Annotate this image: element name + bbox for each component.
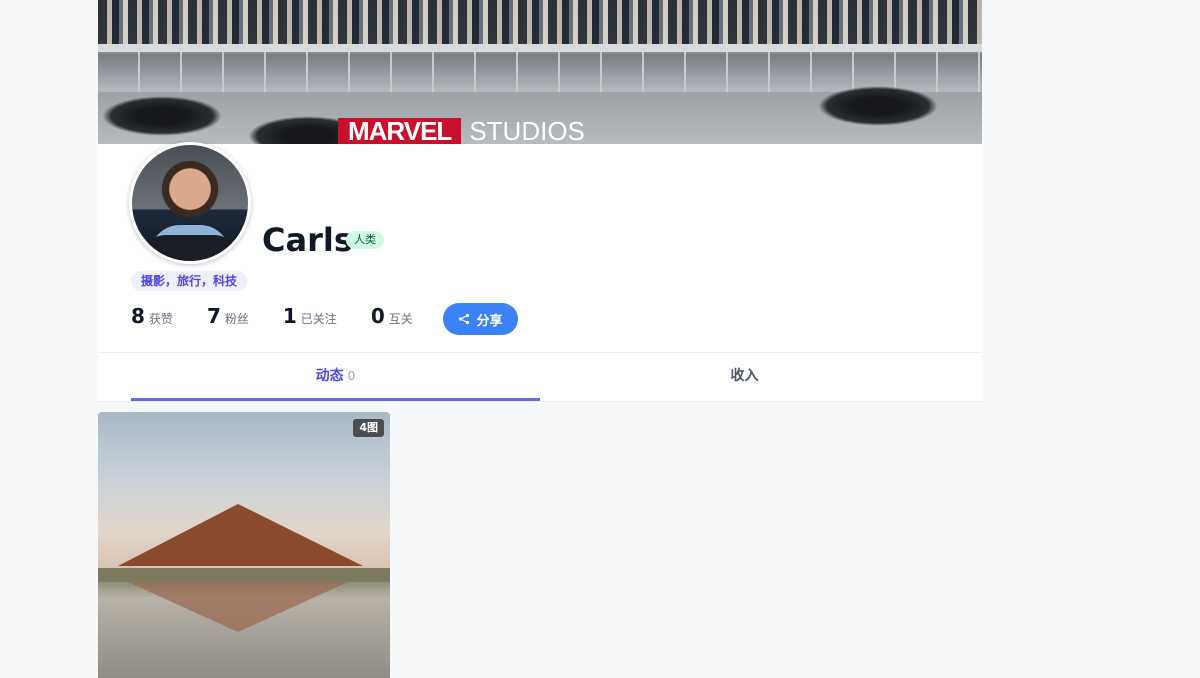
avatar[interactable] — [129, 142, 251, 264]
stat-followers[interactable]: 7 粉丝 — [207, 304, 249, 328]
stat-likes[interactable]: 8 获赞 — [131, 304, 173, 328]
stat-following[interactable]: 1 已关注 — [283, 304, 337, 328]
tab-label: 动态 — [315, 368, 344, 384]
post-card[interactable]: 4图 — [98, 412, 390, 678]
stat-value: 0 — [370, 304, 385, 328]
cover-logo-marvel: MARVEL — [338, 118, 462, 144]
share-button-label: 分享 — [476, 313, 503, 329]
tab-label: 收入 — [730, 368, 759, 384]
profile-page: MARVEL STUDIOS Carls 人类 摄影，旅行，科技 8 获赞 7 … — [98, 0, 982, 402]
avatar-vest — [140, 235, 240, 261]
post-image-shore — [98, 568, 390, 582]
profile-card: Carls 人类 摄影，旅行，科技 8 获赞 7 粉丝 1 已关注 0 互关 分… — [98, 142, 982, 352]
interests-tag: 摄影，旅行，科技 — [131, 271, 248, 291]
image-count-badge: 4图 — [353, 419, 384, 437]
share-button[interactable]: 分享 — [443, 303, 518, 335]
share-icon — [459, 313, 470, 325]
tab-activity[interactable]: 动态 0 — [131, 353, 540, 401]
username: Carls — [262, 221, 353, 259]
stat-value: 1 — [282, 304, 297, 328]
stats-row: 8 获赞 7 粉丝 1 已关注 0 互关 — [131, 304, 447, 328]
stat-label: 获赞 — [148, 312, 173, 326]
cover-logo: MARVEL STUDIOS — [338, 118, 585, 144]
post-image-mountain — [118, 504, 363, 566]
post-image-reflection — [128, 582, 348, 632]
tab-count: 0 — [347, 369, 356, 383]
user-type-badge: 人类 — [346, 231, 384, 249]
stat-label: 互关 — [388, 312, 413, 326]
cover-cables — [818, 86, 938, 126]
stat-value: 7 — [206, 304, 221, 328]
cover-cables — [102, 96, 222, 136]
cover-logo-studios: STUDIOS — [469, 116, 585, 144]
stat-label: 粉丝 — [224, 312, 249, 326]
tab-income[interactable]: 收入 — [540, 353, 949, 401]
profile-tabs: 动态 0 收入 — [98, 352, 982, 402]
cover-image: MARVEL STUDIOS — [98, 0, 982, 144]
cover-crowd — [98, 0, 982, 44]
stat-mutual[interactable]: 0 互关 — [371, 304, 413, 328]
stat-value: 8 — [131, 304, 145, 328]
stat-label: 已关注 — [300, 312, 337, 326]
